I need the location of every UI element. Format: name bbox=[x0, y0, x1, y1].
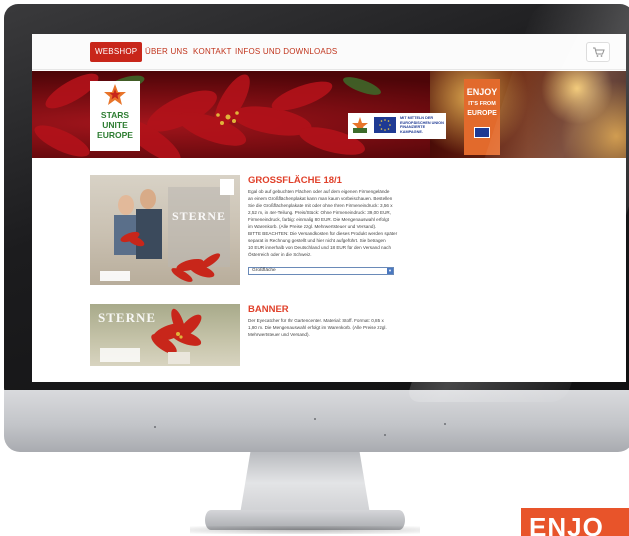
desc-line: 10 EUR innerhalb von Deutschland und 18 … bbox=[248, 245, 392, 250]
enjoy-line-2: IT'S FROM bbox=[468, 101, 496, 107]
desc-line: Sie die Großflächenplakate mit oder ohne… bbox=[248, 203, 393, 208]
dust-speck bbox=[384, 434, 386, 436]
dust-speck bbox=[444, 423, 446, 425]
cart-button[interactable] bbox=[586, 42, 610, 62]
product-title: GROSSFLÄCHE 18/1 bbox=[248, 175, 342, 186]
image-caption-sterne: STERNE bbox=[98, 310, 157, 325]
desc-line: Der Eyecatcher für Ihr Gartencenter. Mat… bbox=[248, 318, 384, 323]
monitor-chin bbox=[4, 390, 629, 452]
nav-ueber-uns[interactable]: ÜBER UNS bbox=[145, 42, 188, 62]
nav-infos-downloads[interactable]: INFOS UND DOWNLOADS bbox=[235, 42, 337, 62]
desc-line: Firmeneindruck, farbig: einmalig 80 EUR.… bbox=[248, 217, 389, 222]
desc-line: separat in Rechnung gestellt und hier ni… bbox=[248, 238, 386, 243]
chevron-down-icon[interactable]: ▼ bbox=[387, 268, 393, 274]
desc-line: Egal ob auf gebuchten Flächen oder auf d… bbox=[248, 189, 390, 194]
product-image-grossflaeche[interactable]: STERNE bbox=[90, 175, 240, 285]
product-grossflaeche: STERNE GROSSFLÄCHE 18/1 Egal ob auf gebu… bbox=[90, 175, 530, 287]
logo-line-unite: UNITE bbox=[102, 120, 128, 130]
enjoy-badge-fragment: ENJO bbox=[521, 508, 629, 536]
product-image-banner[interactable]: STERNE bbox=[90, 304, 240, 366]
hero-banner: STARS UNITE EUROPE MIT MITTELN DER EUROP… bbox=[32, 71, 626, 158]
variant-select[interactable]: Großfläche ▼ bbox=[248, 267, 394, 275]
eu-funding-text: MIT MITTELN DER EUROPÄISCHEN UNION FINAN… bbox=[400, 116, 446, 134]
eu-funding-panel: MIT MITTELN DER EUROPÄISCHEN UNION FINAN… bbox=[348, 113, 446, 139]
product-title: BANNER bbox=[248, 304, 289, 315]
nav-kontakt[interactable]: KONTAKT bbox=[193, 42, 232, 62]
desc-line: Österreich oder in die Schweiz. bbox=[248, 252, 312, 257]
dust-speck bbox=[154, 426, 156, 428]
couple-with-poinsettias-illustration bbox=[100, 179, 234, 282]
bokeh-lights bbox=[430, 71, 626, 158]
nav-webshop[interactable]: WEBSHOP bbox=[90, 42, 143, 62]
stars-unite-europe-logo: STARS UNITE EUROPE bbox=[90, 81, 140, 151]
monitor-screen: WEBSHOP ÜBER UNS KONTAKT INFOS UND DOWNL… bbox=[32, 34, 626, 382]
enjoy-europe-panel: ENJOY IT'S FROM EUROPE bbox=[464, 79, 500, 155]
enjoy-line-3: EUROPE bbox=[467, 110, 497, 117]
photo-stage: ENJO WEBSHOP ÜBER UNS KONTAKT INFOS UND … bbox=[0, 0, 629, 536]
promo-star-icon bbox=[352, 117, 368, 133]
cart-icon bbox=[593, 47, 605, 57]
desc-line: 1,80 m. Die Mengenauswahl erfolgt im War… bbox=[248, 325, 387, 330]
product-banner: STERNE BANNER Der Eyecatcher für Ihr Gar… bbox=[90, 304, 530, 382]
logo-line-europe: EUROPE bbox=[97, 130, 133, 140]
logo-line-stars: STARS bbox=[100, 110, 130, 120]
eu-flag-icon bbox=[374, 117, 396, 133]
select-value: Großfläche bbox=[252, 268, 276, 273]
stand-shadow bbox=[190, 526, 420, 534]
desc-line: im Warenkorb. (Alle Preise zzgl. Mehrwer… bbox=[248, 224, 377, 229]
eu-text-line: FINANZIERTE KAMPAGNE. bbox=[400, 125, 426, 134]
desc-line: BITTE BEACHTEN: Die Versandkosten für di… bbox=[248, 231, 398, 236]
top-navbar: WEBSHOP ÜBER UNS KONTAKT INFOS UND DOWNL… bbox=[32, 34, 626, 70]
dust-speck bbox=[314, 418, 316, 420]
desc-line: an einem Großflächenplakat kann man kaum… bbox=[248, 196, 393, 201]
image-caption-sterne: STERNE bbox=[172, 209, 227, 223]
enjoy-line-1: ENJOY bbox=[466, 87, 498, 97]
desc-line: 2,52 m, in 4er-Teilung. Preis/Stück: Ohn… bbox=[248, 210, 391, 215]
star-logo-icon bbox=[104, 84, 126, 105]
monitor-stand-neck bbox=[240, 452, 370, 514]
desc-line: Mehrwertsteuer und Versand). bbox=[248, 332, 310, 337]
eu-flag-small-icon bbox=[474, 127, 490, 138]
